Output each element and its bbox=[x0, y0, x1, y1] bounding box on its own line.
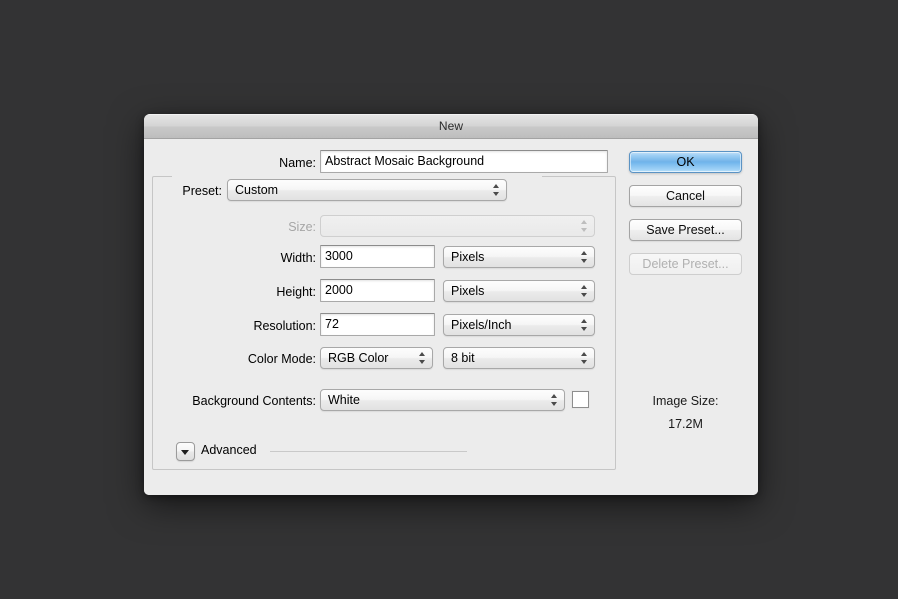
background-color-swatch[interactable] bbox=[572, 391, 589, 408]
dialog-titlebar[interactable]: New bbox=[144, 114, 758, 139]
stepper-arrows-icon bbox=[550, 393, 559, 407]
stepper-arrows-icon bbox=[580, 318, 589, 332]
image-size-value: 17.2M bbox=[668, 417, 703, 431]
resolution-label: Resolution: bbox=[253, 319, 316, 333]
preset-label: Preset: bbox=[182, 184, 222, 198]
dialog-title: New bbox=[438, 119, 464, 133]
preset-value: Custom bbox=[235, 183, 279, 197]
height-unit-select[interactable]: Pixels bbox=[443, 280, 595, 302]
triangle-down-icon bbox=[181, 450, 189, 455]
height-unit-value: Pixels bbox=[451, 284, 485, 298]
stepper-arrows-icon bbox=[580, 219, 589, 233]
resolution-unit-select[interactable]: Pixels/Inch bbox=[443, 314, 595, 336]
stepper-arrows-icon bbox=[492, 183, 501, 197]
cancel-button[interactable]: Cancel bbox=[629, 185, 742, 207]
background-contents-value: White bbox=[328, 393, 360, 407]
width-unit-value: Pixels bbox=[451, 250, 485, 264]
width-unit-select[interactable]: Pixels bbox=[443, 246, 595, 268]
color-depth-select[interactable]: 8 bit bbox=[443, 347, 595, 369]
width-input[interactable]: 3000 bbox=[320, 245, 435, 268]
stepper-arrows-icon bbox=[580, 284, 589, 298]
width-label: Width: bbox=[280, 251, 316, 265]
name-input[interactable]: Abstract Mosaic Background bbox=[320, 150, 608, 173]
save-preset-button[interactable]: Save Preset... bbox=[629, 219, 742, 241]
color-depth-value: 8 bit bbox=[451, 351, 475, 365]
stepper-arrows-icon bbox=[580, 250, 589, 264]
delete-preset-button: Delete Preset... bbox=[629, 253, 742, 275]
advanced-label: Advanced bbox=[201, 443, 257, 457]
stepper-arrows-icon bbox=[418, 351, 427, 365]
size-label: Size: bbox=[288, 220, 316, 234]
resolution-unit-value: Pixels/Inch bbox=[451, 318, 512, 332]
resolution-input[interactable]: 72 bbox=[320, 313, 435, 336]
image-size-label: Image Size: bbox=[652, 394, 719, 408]
stepper-arrows-icon bbox=[580, 351, 589, 365]
height-label: Height: bbox=[276, 285, 316, 299]
size-select bbox=[320, 215, 595, 237]
color-mode-value: RGB Color bbox=[328, 351, 389, 365]
ok-button[interactable]: OK bbox=[629, 151, 742, 173]
color-mode-select[interactable]: RGB Color bbox=[320, 347, 433, 369]
background-contents-label: Background Contents: bbox=[192, 394, 316, 408]
background-contents-select[interactable]: White bbox=[320, 389, 565, 411]
name-label: Name: bbox=[279, 156, 316, 170]
advanced-divider bbox=[270, 451, 467, 452]
preset-select[interactable]: Custom bbox=[227, 179, 507, 201]
color-mode-label: Color Mode: bbox=[247, 352, 316, 366]
advanced-disclosure-triangle-icon[interactable] bbox=[176, 442, 195, 461]
height-input[interactable]: 2000 bbox=[320, 279, 435, 302]
